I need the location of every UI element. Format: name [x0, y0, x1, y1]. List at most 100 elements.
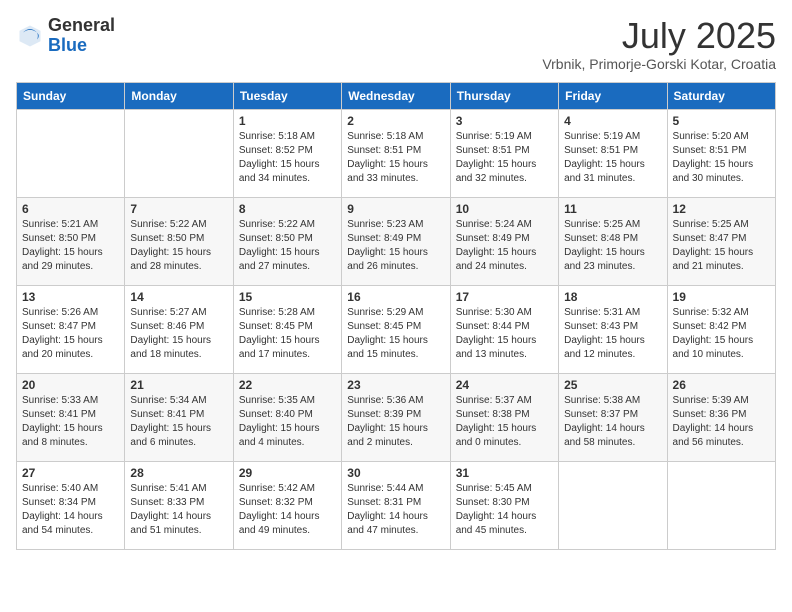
day-number: 17 — [456, 290, 553, 304]
day-number: 18 — [564, 290, 661, 304]
calendar-cell: 27 Sunrise: 5:40 AM Sunset: 8:34 PM Dayli… — [17, 461, 125, 549]
week-row-4: 20 Sunrise: 5:33 AM Sunset: 8:41 PM Dayli… — [17, 373, 776, 461]
week-row-2: 6Sunrise: 5:21 AM Sunset: 8:50 PM Daylig… — [17, 197, 776, 285]
day-number: 11 — [564, 202, 661, 216]
column-header-saturday: Saturday — [667, 82, 775, 109]
column-header-friday: Friday — [559, 82, 667, 109]
cell-text: Sunrise: 5:30 AM Sunset: 8:44 PM Dayligh… — [456, 306, 553, 362]
cell-text: Sunrise: 5:24 AM Sunset: 8:49 PM Dayligh… — [456, 218, 553, 274]
day-number: 23 — [347, 378, 444, 392]
page-header: General Blue July 2025 Vrbnik, Primorje-… — [16, 16, 776, 72]
cell-text: Sunrise: 5:29 AM Sunset: 8:45 PM Dayligh… — [347, 306, 444, 362]
calendar-cell: 16Sunrise: 5:29 AM Sunset: 8:45 PM Dayli… — [342, 285, 450, 373]
logo-text: General Blue — [48, 16, 115, 56]
day-number: 26 — [673, 378, 770, 392]
cell-text: Sunrise: 5:35 AM Sunset: 8:40 PM Dayligh… — [239, 394, 336, 450]
calendar-cell: 20 Sunrise: 5:33 AM Sunset: 8:41 PM Dayli… — [17, 373, 125, 461]
day-number: 30 — [347, 466, 444, 480]
column-header-wednesday: Wednesday — [342, 82, 450, 109]
calendar-cell: 22 Sunrise: 5:35 AM Sunset: 8:40 PM Dayli… — [233, 373, 341, 461]
calendar-cell: 5 Sunrise: 5:20 AM Sunset: 8:51 PM Daylig… — [667, 109, 775, 197]
day-number: 19 — [673, 290, 770, 304]
calendar-cell: 7 Sunrise: 5:22 AM Sunset: 8:50 PM Daylig… — [125, 197, 233, 285]
calendar-cell: 18 Sunrise: 5:31 AM Sunset: 8:43 PM Dayli… — [559, 285, 667, 373]
cell-text: Sunrise: 5:22 AM Sunset: 8:50 PM Dayligh… — [130, 218, 227, 274]
cell-text: Sunrise: 5:37 AM Sunset: 8:38 PM Dayligh… — [456, 394, 553, 450]
cell-text: Sunrise: 5:38 AM Sunset: 8:37 PM Dayligh… — [564, 394, 661, 450]
day-number: 22 — [239, 378, 336, 392]
day-number: 5 — [673, 114, 770, 128]
cell-text: Sunrise: 5:20 AM Sunset: 8:51 PM Dayligh… — [673, 130, 770, 186]
calendar-cell: 8Sunrise: 5:22 AM Sunset: 8:50 PM Daylig… — [233, 197, 341, 285]
calendar-cell: 2 Sunrise: 5:18 AM Sunset: 8:51 PM Daylig… — [342, 109, 450, 197]
day-number: 9 — [347, 202, 444, 216]
day-number: 15 — [239, 290, 336, 304]
calendar-cell: 17 Sunrise: 5:30 AM Sunset: 8:44 PM Dayli… — [450, 285, 558, 373]
day-number: 31 — [456, 466, 553, 480]
cell-text: Sunrise: 5:22 AM Sunset: 8:50 PM Dayligh… — [239, 218, 336, 274]
cell-text: Sunrise: 5:45 AM Sunset: 8:30 PM Dayligh… — [456, 482, 553, 538]
week-row-5: 27 Sunrise: 5:40 AM Sunset: 8:34 PM Dayli… — [17, 461, 776, 549]
cell-text: Sunrise: 5:23 AM Sunset: 8:49 PM Dayligh… — [347, 218, 444, 274]
calendar-cell: 28 Sunrise: 5:41 AM Sunset: 8:33 PM Dayli… — [125, 461, 233, 549]
cell-text: Sunrise: 5:33 AM Sunset: 8:41 PM Dayligh… — [22, 394, 119, 450]
cell-text: Sunrise: 5:18 AM Sunset: 8:52 PM Dayligh… — [239, 130, 336, 186]
calendar-cell: 21 Sunrise: 5:34 AM Sunset: 8:41 PM Dayli… — [125, 373, 233, 461]
day-number: 21 — [130, 378, 227, 392]
location: Vrbnik, Primorje-Gorski Kotar, Croatia — [542, 56, 776, 72]
day-number: 1 — [239, 114, 336, 128]
calendar-cell: 10Sunrise: 5:24 AM Sunset: 8:49 PM Dayli… — [450, 197, 558, 285]
cell-text: Sunrise: 5:39 AM Sunset: 8:36 PM Dayligh… — [673, 394, 770, 450]
calendar-cell: 24 Sunrise: 5:37 AM Sunset: 8:38 PM Dayli… — [450, 373, 558, 461]
calendar-cell: 26 Sunrise: 5:39 AM Sunset: 8:36 PM Dayli… — [667, 373, 775, 461]
calendar-cell: 25 Sunrise: 5:38 AM Sunset: 8:37 PM Dayli… — [559, 373, 667, 461]
month-title: July 2025 — [542, 16, 776, 56]
cell-text: Sunrise: 5:25 AM Sunset: 8:47 PM Dayligh… — [673, 218, 770, 274]
calendar-cell: 4 Sunrise: 5:19 AM Sunset: 8:51 PM Daylig… — [559, 109, 667, 197]
calendar-cell: 23Sunrise: 5:36 AM Sunset: 8:39 PM Dayli… — [342, 373, 450, 461]
column-header-monday: Monday — [125, 82, 233, 109]
cell-text: Sunrise: 5:44 AM Sunset: 8:31 PM Dayligh… — [347, 482, 444, 538]
day-number: 28 — [130, 466, 227, 480]
cell-text: Sunrise: 5:25 AM Sunset: 8:48 PM Dayligh… — [564, 218, 661, 274]
column-header-thursday: Thursday — [450, 82, 558, 109]
cell-text: Sunrise: 5:32 AM Sunset: 8:42 PM Dayligh… — [673, 306, 770, 362]
cell-text: Sunrise: 5:28 AM Sunset: 8:45 PM Dayligh… — [239, 306, 336, 362]
title-block: July 2025 Vrbnik, Primorje-Gorski Kotar,… — [542, 16, 776, 72]
calendar-cell: 3 Sunrise: 5:19 AM Sunset: 8:51 PM Daylig… — [450, 109, 558, 197]
day-number: 25 — [564, 378, 661, 392]
calendar-cell: 19 Sunrise: 5:32 AM Sunset: 8:42 PM Dayli… — [667, 285, 775, 373]
calendar-cell: 1 Sunrise: 5:18 AM Sunset: 8:52 PM Daylig… — [233, 109, 341, 197]
week-row-3: 13Sunrise: 5:26 AM Sunset: 8:47 PM Dayli… — [17, 285, 776, 373]
day-number: 27 — [22, 466, 119, 480]
header-row: SundayMondayTuesdayWednesdayThursdayFrid… — [17, 82, 776, 109]
calendar-cell: 13Sunrise: 5:26 AM Sunset: 8:47 PM Dayli… — [17, 285, 125, 373]
calendar-cell — [667, 461, 775, 549]
cell-text: Sunrise: 5:31 AM Sunset: 8:43 PM Dayligh… — [564, 306, 661, 362]
day-number: 3 — [456, 114, 553, 128]
calendar-cell: 15 Sunrise: 5:28 AM Sunset: 8:45 PM Dayli… — [233, 285, 341, 373]
week-row-1: 1 Sunrise: 5:18 AM Sunset: 8:52 PM Daylig… — [17, 109, 776, 197]
cell-text: Sunrise: 5:19 AM Sunset: 8:51 PM Dayligh… — [456, 130, 553, 186]
cell-text: Sunrise: 5:40 AM Sunset: 8:34 PM Dayligh… — [22, 482, 119, 538]
day-number: 20 — [22, 378, 119, 392]
day-number: 2 — [347, 114, 444, 128]
calendar-cell: 29Sunrise: 5:42 AM Sunset: 8:32 PM Dayli… — [233, 461, 341, 549]
calendar-cell: 14Sunrise: 5:27 AM Sunset: 8:46 PM Dayli… — [125, 285, 233, 373]
cell-text: Sunrise: 5:34 AM Sunset: 8:41 PM Dayligh… — [130, 394, 227, 450]
cell-text: Sunrise: 5:42 AM Sunset: 8:32 PM Dayligh… — [239, 482, 336, 538]
logo-general: General — [48, 15, 115, 35]
cell-text: Sunrise: 5:26 AM Sunset: 8:47 PM Dayligh… — [22, 306, 119, 362]
cell-text: Sunrise: 5:41 AM Sunset: 8:33 PM Dayligh… — [130, 482, 227, 538]
column-header-sunday: Sunday — [17, 82, 125, 109]
cell-text: Sunrise: 5:19 AM Sunset: 8:51 PM Dayligh… — [564, 130, 661, 186]
calendar-cell: 31 Sunrise: 5:45 AM Sunset: 8:30 PM Dayli… — [450, 461, 558, 549]
calendar-cell: 6Sunrise: 5:21 AM Sunset: 8:50 PM Daylig… — [17, 197, 125, 285]
day-number: 24 — [456, 378, 553, 392]
day-number: 4 — [564, 114, 661, 128]
cell-text: Sunrise: 5:18 AM Sunset: 8:51 PM Dayligh… — [347, 130, 444, 186]
calendar-cell — [559, 461, 667, 549]
day-number: 7 — [130, 202, 227, 216]
calendar-table: SundayMondayTuesdayWednesdayThursdayFrid… — [16, 82, 776, 550]
logo-icon — [16, 22, 44, 50]
